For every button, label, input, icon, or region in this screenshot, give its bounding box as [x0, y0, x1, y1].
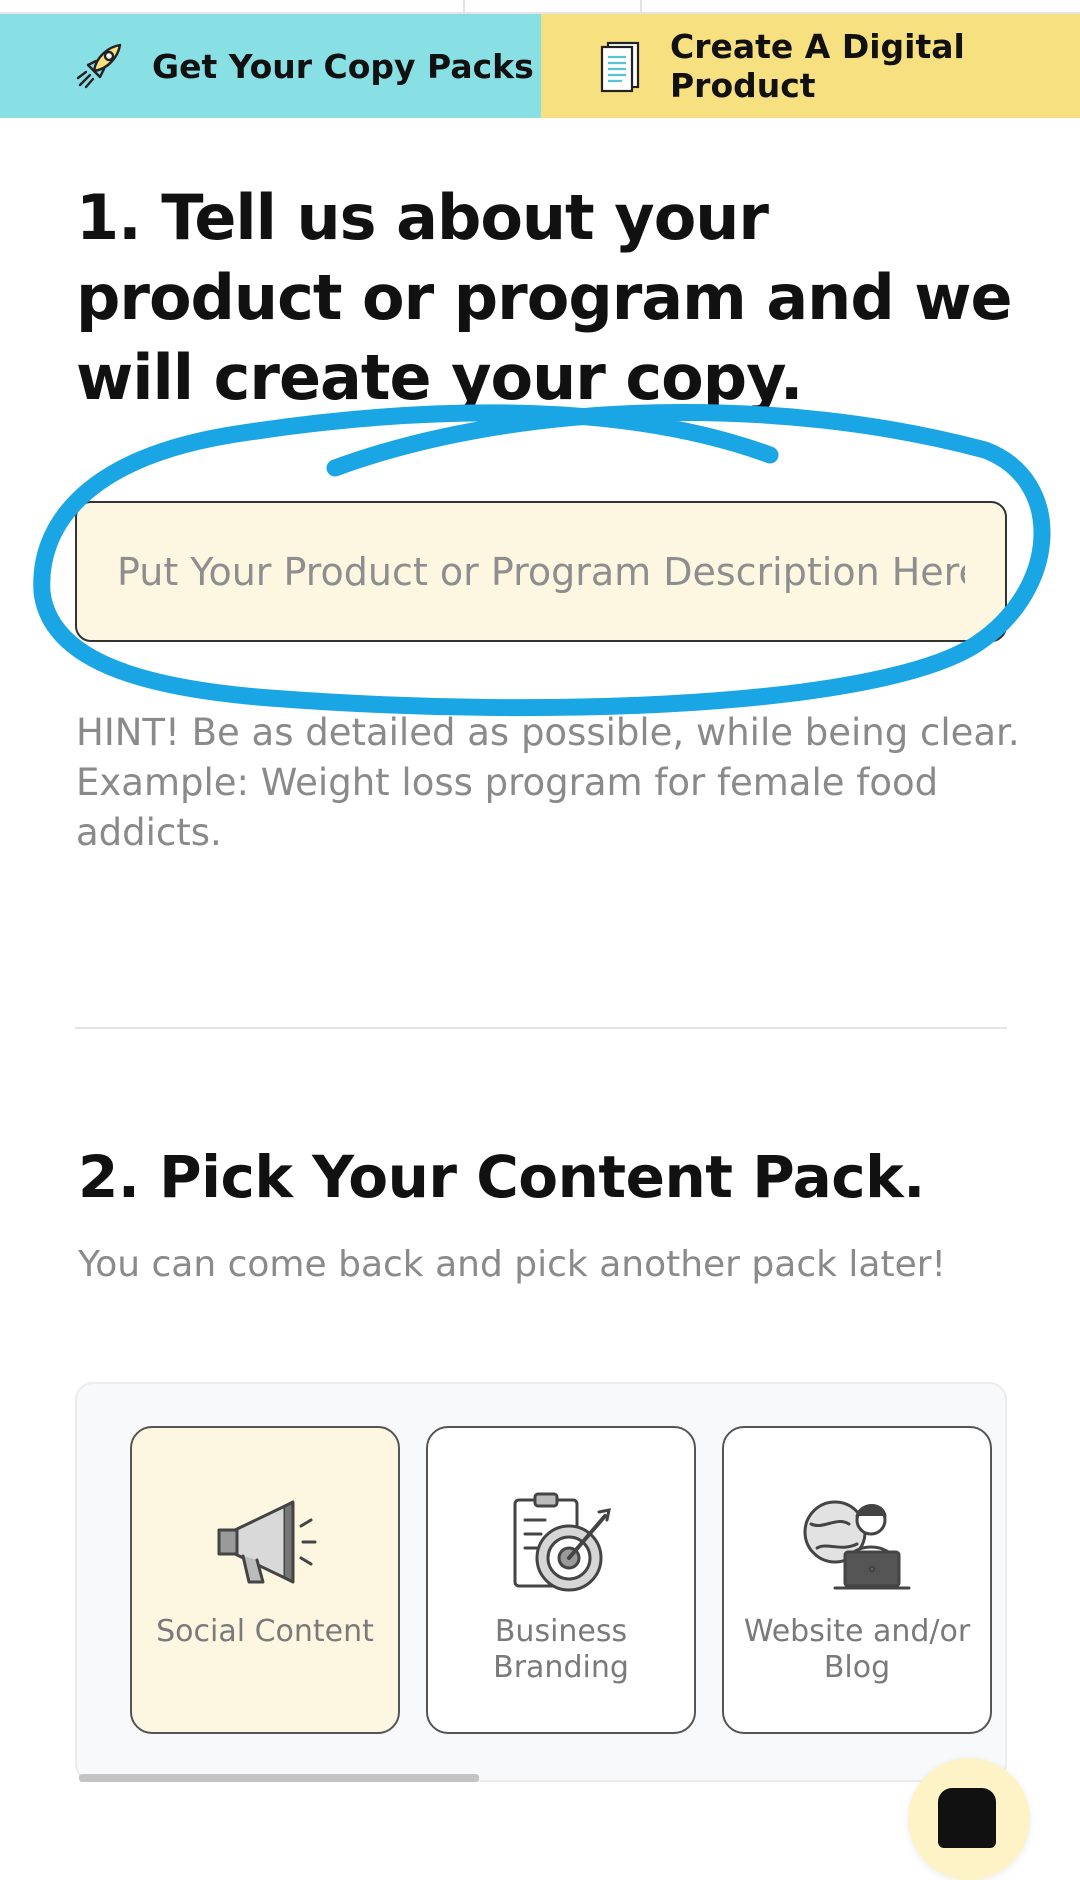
input-hint: HINT! Be as detailed as possible, while … [76, 711, 1020, 854]
pack-label: Business Branding [493, 1614, 629, 1685]
step2-subtitle: You can come back and pick another pack … [78, 1244, 946, 1285]
product-description-input[interactable] [75, 501, 1007, 642]
megaphone-icon [205, 1486, 325, 1606]
pack-label: Social Content [156, 1614, 374, 1649]
divider [640, 0, 642, 14]
divider [463, 0, 465, 14]
section-divider [75, 1027, 1007, 1029]
pack-label: Website and/or Blog [743, 1614, 971, 1685]
person-laptop-globe-icon [797, 1486, 917, 1606]
tab-label: Get Your Copy Packs [152, 46, 534, 86]
carousel-scrollbar[interactable] [79, 1774, 479, 1782]
tab-create-a-digital-product[interactable]: Create A Digital Product [541, 14, 1080, 118]
target-clipboard-icon [501, 1486, 621, 1606]
tab-label: Create A Digital Product [670, 27, 965, 105]
chat-launcher-button[interactable] [908, 1758, 1030, 1880]
tab-get-your-copy-packs[interactable]: Get Your Copy Packs [0, 14, 541, 118]
document-icon [595, 39, 644, 93]
chat-icon [938, 1788, 996, 1848]
pack-card-business-branding[interactable]: Business Branding [426, 1426, 696, 1734]
step2-heading: 2. Pick Your Content Pack. [78, 1143, 925, 1211]
browser-top-edge [0, 0, 1080, 14]
pack-card-social-content[interactable]: Social Content [130, 1426, 400, 1734]
pack-card-website-blog[interactable]: Website and/or Blog [722, 1426, 992, 1734]
content-pack-carousel: Social Content Business Branding Website… [75, 1382, 1007, 1782]
step1-heading: 1. Tell us about your product or program… [76, 181, 1013, 414]
rocket-icon [72, 39, 126, 93]
